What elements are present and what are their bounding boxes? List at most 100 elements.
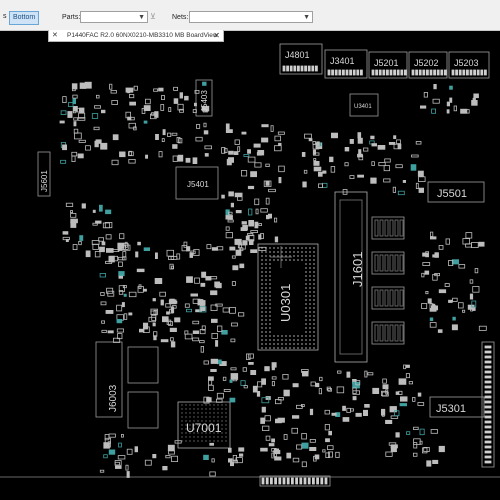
smd-part[interactable] — [421, 272, 425, 278]
smd-part[interactable] — [144, 98, 151, 105]
pin[interactable] — [393, 69, 397, 76]
smd-part[interactable] — [222, 307, 230, 313]
smd-part[interactable] — [426, 460, 432, 467]
smd-part[interactable] — [70, 210, 73, 214]
smd-part[interactable] — [128, 159, 136, 164]
smd-part[interactable] — [383, 165, 391, 172]
smd-part[interactable] — [170, 265, 174, 270]
pin[interactable] — [484, 435, 492, 439]
smd-part[interactable] — [160, 299, 164, 306]
pin[interactable] — [396, 69, 400, 76]
smd-part[interactable] — [165, 454, 171, 459]
smd-part[interactable] — [430, 429, 438, 434]
smd-part[interactable] — [222, 376, 227, 381]
smd-part[interactable] — [148, 316, 156, 323]
smd-part[interactable] — [211, 247, 219, 251]
smd-part[interactable] — [431, 108, 437, 114]
smd-part[interactable] — [101, 329, 107, 333]
pin[interactable] — [462, 69, 466, 76]
smd-part[interactable] — [457, 302, 464, 309]
smd-part[interactable] — [327, 445, 334, 451]
pin[interactable] — [484, 405, 492, 409]
smd-part[interactable] — [271, 438, 276, 443]
pin[interactable] — [282, 477, 286, 485]
pin[interactable] — [352, 69, 356, 76]
smd-part[interactable] — [168, 450, 175, 455]
smd-part[interactable] — [103, 442, 110, 449]
smd-part[interactable] — [247, 149, 251, 154]
smd-part[interactable] — [364, 403, 370, 408]
smd-part[interactable] — [446, 101, 451, 107]
smd-part[interactable] — [248, 208, 253, 216]
smd-part[interactable] — [60, 110, 67, 116]
pin[interactable] — [316, 477, 320, 485]
smd-part[interactable] — [109, 83, 113, 90]
smd-part[interactable] — [117, 455, 126, 460]
memory-die[interactable] — [399, 254, 404, 272]
pin[interactable] — [303, 477, 307, 485]
smd-part[interactable] — [79, 107, 85, 114]
smd-part[interactable] — [121, 302, 125, 308]
smd-part[interactable] — [116, 328, 125, 333]
smd-part[interactable] — [449, 85, 453, 90]
smd-part[interactable] — [445, 238, 450, 245]
parts-combobox[interactable]: ▼ — [80, 11, 148, 23]
smd-part[interactable] — [118, 261, 123, 267]
smd-part[interactable] — [227, 219, 234, 223]
smd-part[interactable] — [248, 219, 254, 227]
smd-part[interactable] — [268, 443, 275, 447]
smd-part[interactable] — [250, 249, 258, 253]
memory-die[interactable] — [389, 289, 394, 307]
smd-part[interactable] — [96, 94, 100, 99]
smd-part[interactable] — [388, 442, 397, 446]
smd-part[interactable] — [390, 415, 399, 419]
smd-part[interactable] — [346, 371, 351, 378]
smd-part[interactable] — [100, 291, 105, 296]
smd-part[interactable] — [478, 325, 487, 331]
smd-part[interactable] — [392, 186, 397, 193]
smd-part[interactable] — [195, 136, 203, 142]
smd-part[interactable] — [126, 448, 133, 455]
smd-part[interactable] — [70, 212, 77, 218]
smd-part[interactable] — [247, 353, 254, 359]
smd-part[interactable] — [292, 383, 299, 388]
smd-part[interactable] — [136, 268, 145, 273]
pin[interactable] — [484, 425, 492, 429]
smd-part[interactable] — [418, 176, 426, 183]
smd-part[interactable] — [469, 293, 474, 300]
smd-part[interactable] — [227, 157, 234, 163]
smd-part[interactable] — [241, 221, 247, 225]
smd-part[interactable] — [271, 376, 277, 380]
pin[interactable] — [375, 69, 379, 76]
smd-part[interactable] — [352, 396, 357, 401]
smd-part[interactable] — [313, 166, 322, 172]
pin[interactable] — [261, 477, 265, 485]
pin[interactable] — [484, 375, 492, 379]
pin[interactable] — [338, 69, 342, 76]
smd-part[interactable] — [315, 382, 320, 388]
smd-part[interactable] — [184, 303, 190, 308]
pin[interactable] — [286, 477, 290, 485]
smd-part[interactable] — [317, 171, 323, 177]
smd-part[interactable] — [382, 378, 387, 384]
pin[interactable] — [265, 477, 269, 485]
pin[interactable] — [307, 477, 311, 485]
smd-part[interactable] — [398, 390, 403, 395]
smd-part[interactable] — [398, 378, 407, 385]
pin[interactable] — [484, 380, 492, 384]
smd-part[interactable] — [71, 151, 78, 157]
smd-part[interactable] — [205, 276, 212, 281]
pin[interactable] — [465, 69, 469, 76]
smd-part[interactable] — [229, 306, 236, 314]
smd-part[interactable] — [76, 107, 80, 113]
smd-part[interactable] — [245, 235, 250, 241]
smd-part[interactable] — [235, 249, 242, 256]
smd-part[interactable] — [274, 418, 282, 424]
smd-part[interactable] — [166, 311, 170, 315]
smd-part[interactable] — [321, 182, 328, 188]
memory-die[interactable] — [379, 324, 384, 342]
smd-part[interactable] — [125, 87, 134, 93]
smd-part[interactable] — [265, 214, 270, 220]
pin[interactable] — [311, 477, 315, 485]
smd-part[interactable] — [473, 93, 479, 99]
